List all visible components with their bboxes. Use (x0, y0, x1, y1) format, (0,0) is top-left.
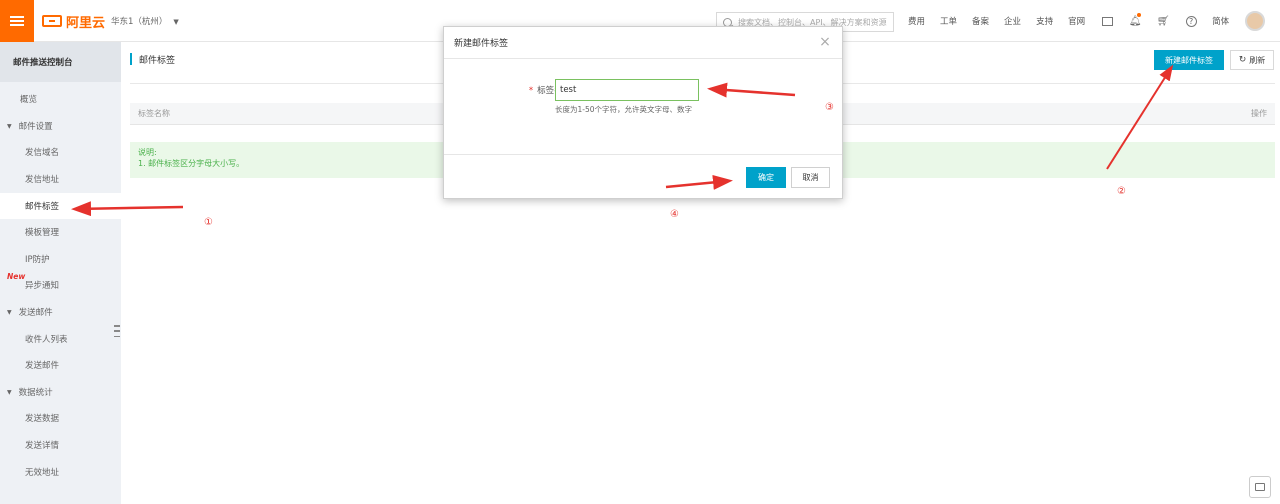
sidebar-item-send-mail[interactable]: 发送邮件 (0, 352, 121, 378)
annotation-2: ② (1117, 186, 1126, 197)
avatar[interactable] (1245, 11, 1266, 31)
cancel-button[interactable]: 取消 (791, 167, 830, 188)
caret-down-icon: ▼ (7, 308, 12, 316)
tag-name-help: 长度为1-50个字符，允许英文字母、数字 (555, 105, 693, 114)
chat-icon[interactable] (1249, 476, 1271, 498)
sidebar-item-send-data[interactable]: 发送数据 (0, 405, 121, 431)
caret-down-icon: ▼ (7, 122, 12, 130)
nav-icp[interactable]: 备案 (972, 15, 989, 27)
nav-tickets[interactable]: 工单 (940, 15, 957, 27)
refresh-icon: ↻ (1238, 55, 1247, 65)
sidebar-title: 邮件推送控制台 (0, 42, 121, 82)
sidebar-group-send-mail[interactable]: ▼ 发送邮件 (0, 299, 121, 325)
terminal-icon[interactable] (1100, 14, 1114, 28)
annotation-3: ③ (825, 102, 834, 113)
tag-name-input[interactable] (555, 79, 699, 101)
sidebar-item-sender-address[interactable]: 发信地址 (0, 166, 121, 192)
annotation-1: ① (204, 217, 213, 228)
nav-billing[interactable]: 费用 (908, 15, 925, 27)
nav-official-site[interactable]: 官网 (1068, 15, 1085, 27)
region-selector[interactable]: 华东1（杭州） ▼ (111, 15, 179, 27)
column-tag-name: 标签名称 (138, 109, 170, 118)
sidebar-item-async-notify[interactable]: New 异步通知 (0, 272, 121, 298)
caret-down-icon: ▼ (173, 18, 179, 26)
sidebar-group-mail-settings[interactable]: ▼ 邮件设置 (0, 113, 121, 139)
menu-button[interactable] (0, 0, 34, 42)
aliyun-logo[interactable]: 阿里云 (42, 13, 105, 31)
sidebar-collapse-handle[interactable] (114, 325, 121, 337)
new-tag-dialog: 新建邮件标签 × *标签名称: 长度为1-50个字符，允许英文字母、数字 确定 … (443, 26, 843, 199)
sidebar-item-ip-protection[interactable]: IP防护 (0, 246, 121, 272)
hamburger-icon (10, 20, 24, 22)
cart-icon[interactable]: 🛒︎ (1156, 14, 1170, 28)
sidebar-item-overview[interactable]: 概览 (0, 86, 121, 112)
sidebar-group-statistics[interactable]: ▼ 数据统计 (0, 379, 121, 405)
logo-mark-icon (42, 15, 62, 27)
dialog-title: 新建邮件标签 (444, 27, 842, 59)
close-icon[interactable]: × (818, 35, 832, 49)
sidebar-item-mail-tags[interactable]: 邮件标签 (0, 193, 121, 219)
nav-support[interactable]: 支持 (1036, 15, 1053, 27)
nav-enterprise[interactable]: 企业 (1004, 15, 1021, 27)
help-icon[interactable]: ? (1184, 14, 1198, 28)
refresh-button[interactable]: ↻ 刷新 (1230, 50, 1274, 70)
sidebar-item-send-details[interactable]: 发送详情 (0, 432, 121, 458)
bell-icon[interactable]: 🔔︎ (1128, 13, 1142, 28)
sidebar-item-templates[interactable]: 模板管理 (0, 219, 121, 245)
sidebar-item-invalid-addresses[interactable]: 无效地址 (0, 459, 121, 485)
column-actions: 操作 (1251, 109, 1267, 118)
new-tag-button[interactable]: 新建邮件标签 (1154, 50, 1224, 70)
confirm-button[interactable]: 确定 (746, 167, 786, 188)
language-switch[interactable]: 简体 (1212, 15, 1229, 27)
top-nav: 费用 工单 备案 企业 支持 官网 🔔︎ 🛒︎ ? 简体 (908, 0, 1266, 42)
page-title: 邮件标签 (130, 53, 175, 66)
sidebar-item-sender-domain[interactable]: 发信域名 (0, 139, 121, 165)
sidebar-item-recipient-list[interactable]: 收件人列表 (0, 326, 121, 352)
new-badge: New (7, 272, 26, 281)
dialog-footer: 确定 取消 (444, 154, 842, 199)
annotation-4: ④ (670, 209, 679, 220)
caret-down-icon: ▼ (7, 388, 12, 396)
required-mark: * (528, 86, 534, 96)
sidebar: 邮件推送控制台 概览 ▼ 邮件设置 发信域名 发信地址 邮件标签 模板管理 IP防… (0, 42, 121, 504)
